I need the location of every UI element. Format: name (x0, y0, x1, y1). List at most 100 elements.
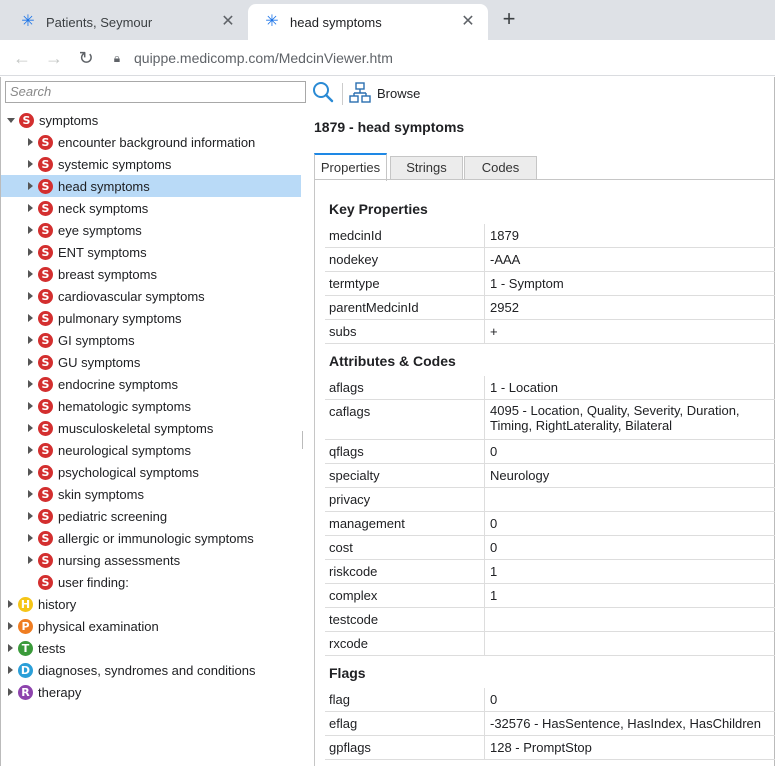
expand-arrow-icon[interactable] (28, 138, 33, 146)
category-badge-icon: S (38, 354, 53, 370)
tree-item-label: breast symptoms (58, 266, 157, 282)
tree-item[interactable]: Sbreast symptoms (1, 263, 301, 285)
collapse-arrow-icon[interactable] (7, 117, 15, 123)
expand-arrow-icon[interactable] (28, 270, 33, 278)
expand-arrow-icon[interactable] (28, 446, 33, 454)
tree-item[interactable]: S GI symptoms (1, 329, 301, 351)
property-key: aflags (325, 376, 485, 399)
expand-arrow-icon[interactable] (28, 380, 33, 388)
property-row: privacy (325, 488, 775, 512)
tree-item[interactable]: Spulmonary symptoms (1, 307, 301, 329)
tree-item[interactable]: Shematologic symptoms (1, 395, 301, 417)
tree-item[interactable]: S GU symptoms (1, 351, 301, 373)
category-badge-icon: S (38, 398, 53, 414)
tab-strings[interactable]: Strings (390, 156, 463, 180)
expand-arrow-icon[interactable] (28, 534, 33, 542)
search-input[interactable]: Search (5, 81, 306, 103)
category-badge-icon: S (38, 420, 53, 436)
tree-item[interactable]: Sendocrine symptoms (1, 373, 301, 395)
browse-button[interactable]: Browse (349, 80, 420, 106)
expand-arrow-icon[interactable] (8, 644, 13, 652)
tree-item[interactable]: Sneurological symptoms (1, 439, 301, 461)
expand-arrow-icon[interactable] (8, 688, 13, 696)
tree-item-label: history (38, 596, 77, 612)
property-row: gpflags 128 - PromptStop (325, 736, 775, 760)
search-icon[interactable] (312, 81, 334, 103)
category-badge-icon: S (38, 244, 53, 260)
expand-arrow-icon[interactable] (28, 314, 33, 322)
category-badge-icon: S (38, 310, 53, 326)
category-badge-icon: D (18, 662, 33, 678)
property-value: 2952 (490, 300, 519, 315)
tree-item[interactable]: Sneck symptoms (1, 197, 301, 219)
browser-toolbar: ← → ↻ 🔒︎ quippe.medicomp.com/MedcinViewe… (0, 40, 775, 76)
expand-arrow-icon[interactable] (8, 622, 13, 630)
property-value: 1 (490, 564, 498, 579)
tab-title: Patients, Seymour (46, 14, 153, 30)
property-row: eflag -32576 - HasSentence, HasIndex, Has… (325, 712, 775, 736)
tree-item[interactable]: Shead symptoms (1, 175, 301, 197)
expand-arrow-icon[interactable] (28, 556, 33, 564)
property-key: qflags (325, 440, 485, 463)
expand-arrow-icon[interactable] (28, 468, 33, 476)
reload-button[interactable]: ↻ (74, 46, 98, 70)
tree-item[interactable]: Sencounter background information (1, 131, 301, 153)
browser-tab-patients[interactable]: ✳ Patients, Seymour ✕ (4, 4, 248, 40)
expand-arrow-icon[interactable] (28, 490, 33, 498)
close-icon[interactable]: ✕ (220, 14, 236, 30)
property-key: rxcode (325, 632, 485, 655)
tree-item[interactable]: Ssystemic symptoms (1, 153, 301, 175)
pane-splitter[interactable] (302, 431, 303, 449)
address-bar[interactable]: 🔒︎ quippe.medicomp.com/MedcinViewer.htm (108, 44, 768, 72)
tree-item[interactable]: S ENT symptoms (1, 241, 301, 263)
property-row: rxcode (325, 632, 775, 656)
expand-arrow-icon[interactable] (28, 358, 33, 366)
expand-arrow-icon[interactable] (28, 160, 33, 168)
expand-arrow-icon[interactable] (28, 424, 33, 432)
property-row: aflags 1 - Location (325, 376, 775, 400)
tree-item[interactable]: Pphysical examination (1, 615, 301, 637)
property-value: -AAA (490, 252, 521, 267)
back-button[interactable]: ← (10, 46, 34, 70)
expand-arrow-icon[interactable] (28, 204, 33, 212)
tree-item[interactable]: Sallergic or immunologic symptoms (1, 527, 301, 549)
new-tab-button[interactable]: + (498, 8, 520, 31)
browser-tab-head-symptoms[interactable]: ✳ head symptoms ✕ (248, 4, 488, 40)
category-badge-icon: S (38, 200, 53, 216)
tree-item[interactable]: Seye symptoms (1, 219, 301, 241)
tree-item[interactable]: Smusculoskeletal symptoms (1, 417, 301, 439)
property-key: medcinId (325, 224, 485, 247)
section-heading: Attributes & Codes (329, 353, 456, 369)
tree-item[interactable]: Spediatric screening (1, 505, 301, 527)
tab-properties[interactable]: Properties (314, 153, 387, 181)
tree-item[interactable]: Scardiovascular symptoms (1, 285, 301, 307)
tree-item[interactable]: Ttests (1, 637, 301, 659)
expand-arrow-icon[interactable] (28, 248, 33, 256)
tree-item[interactable]: Ddiagnoses, syndromes and conditions (1, 659, 301, 681)
lock-icon[interactable]: 🔒︎ (108, 51, 126, 66)
browser-tabstrip: ✳ Patients, Seymour ✕ ✳ head symptoms ✕ … (0, 0, 775, 40)
category-badge-icon: H (18, 596, 33, 612)
expand-arrow-icon[interactable] (8, 600, 13, 608)
category-badge-icon: S (38, 530, 53, 546)
tab-codes[interactable]: Codes (464, 156, 537, 180)
expand-arrow-icon[interactable] (28, 512, 33, 520)
property-key: eflag (325, 712, 485, 735)
tree-item[interactable]: Hhistory (1, 593, 301, 615)
tree-item[interactable]: Suser finding: (1, 571, 301, 593)
forward-button[interactable]: → (42, 46, 66, 70)
expand-arrow-icon[interactable] (28, 182, 33, 190)
tree-item-label: user finding: (58, 574, 129, 590)
expand-arrow-icon[interactable] (28, 336, 33, 344)
tree-item[interactable]: Spsychological symptoms (1, 461, 301, 483)
category-badge-icon: S (38, 486, 53, 502)
tree-item[interactable]: Snursing assessments (1, 549, 301, 571)
expand-arrow-icon[interactable] (8, 666, 13, 674)
expand-arrow-icon[interactable] (28, 226, 33, 234)
tree-item[interactable]: Rtherapy (1, 681, 301, 703)
tree-item[interactable]: Sskin symptoms (1, 483, 301, 505)
close-icon[interactable]: ✕ (460, 14, 476, 30)
tree-item[interactable]: Ssymptoms (1, 109, 301, 131)
expand-arrow-icon[interactable] (28, 402, 33, 410)
expand-arrow-icon[interactable] (28, 292, 33, 300)
